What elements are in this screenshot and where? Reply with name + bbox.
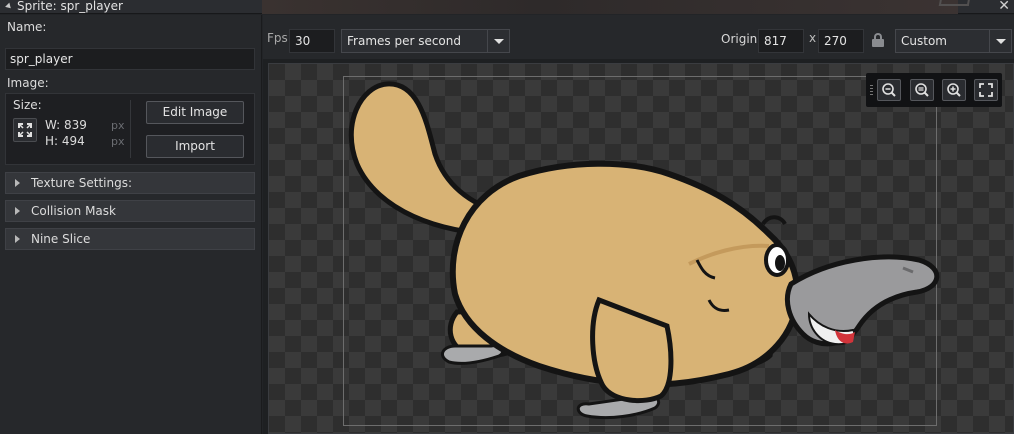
origin-x-input[interactable]: 817 — [758, 29, 804, 53]
size-label: Size: — [13, 98, 42, 112]
section-label: Nine Slice — [31, 232, 91, 246]
fps-label: Fps — [267, 31, 288, 45]
zoom-reset-icon — [915, 83, 929, 97]
expand-arrow-icon — [15, 179, 20, 187]
drag-handle-icon[interactable] — [870, 85, 873, 95]
resize-sprite-button[interactable] — [13, 118, 37, 142]
divider — [130, 100, 131, 158]
title-bar: Sprite: spr_player ✕ — [0, 0, 1014, 14]
expand-icon — [18, 123, 32, 137]
height-unit: px — [111, 135, 125, 148]
section-label: Texture Settings: — [31, 176, 133, 190]
height-value: H: 494 — [45, 134, 85, 148]
close-icon[interactable]: ✕ — [998, 0, 1010, 14]
title-bar-decoration — [262, 0, 958, 14]
image-size-box: Size: W: 839 H: 494 px px Edit Image Imp… — [5, 93, 255, 165]
speed-mode-value: Frames per second — [347, 34, 461, 48]
image-label: Image: — [7, 76, 49, 90]
expand-arrow-icon — [15, 207, 20, 215]
width-unit: px — [111, 119, 125, 132]
sprite-canvas-area — [263, 59, 1014, 434]
collapse-triangle-icon[interactable] — [5, 2, 13, 11]
zoom-toolbar — [866, 73, 1002, 107]
zoom-out-button[interactable] — [877, 79, 901, 101]
section-label: Collision Mask — [31, 204, 116, 218]
platypus-sprite-image — [348, 81, 940, 420]
collision-mask-section[interactable]: Collision Mask — [5, 200, 255, 222]
fit-to-window-icon — [979, 83, 993, 97]
sprite-name-input[interactable]: spr_player — [5, 48, 255, 70]
name-label: Name: — [7, 20, 47, 34]
expand-arrow-icon — [15, 235, 20, 243]
nine-slice-section[interactable]: Nine Slice — [5, 228, 255, 250]
zoom-reset-button[interactable] — [910, 79, 934, 101]
fit-to-window-button[interactable] — [974, 79, 998, 101]
lock-icon[interactable] — [872, 33, 884, 47]
properties-panel: Name: spr_player Image: Size: W: 839 H: … — [0, 15, 262, 434]
origin-y-input[interactable]: 270 — [818, 29, 864, 53]
origin-label: Origin — [721, 32, 758, 46]
origin-separator: x — [809, 31, 817, 45]
origin-preset-dropdown[interactable]: Custom — [895, 29, 1012, 53]
speed-mode-dropdown[interactable]: Frames per second — [341, 29, 510, 53]
texture-settings-section[interactable]: Texture Settings: — [5, 172, 255, 194]
zoom-in-button[interactable] — [942, 79, 966, 101]
window-title: Sprite: spr_player — [17, 0, 123, 13]
sprite-toolbar: Fps 30 Frames per second Origin 817 x 27… — [263, 15, 1014, 59]
title-bar-ornament — [938, 0, 972, 6]
import-button[interactable]: Import — [146, 135, 244, 158]
width-value: W: 839 — [45, 118, 87, 132]
zoom-in-icon — [947, 83, 961, 97]
fps-input[interactable]: 30 — [289, 29, 335, 53]
edit-image-button[interactable]: Edit Image — [146, 101, 244, 124]
origin-preset-value: Custom — [901, 34, 947, 48]
chevron-down-icon — [487, 30, 509, 52]
sprite-canvas[interactable] — [268, 63, 1014, 434]
chevron-down-icon — [989, 30, 1011, 52]
zoom-out-icon — [882, 83, 896, 97]
